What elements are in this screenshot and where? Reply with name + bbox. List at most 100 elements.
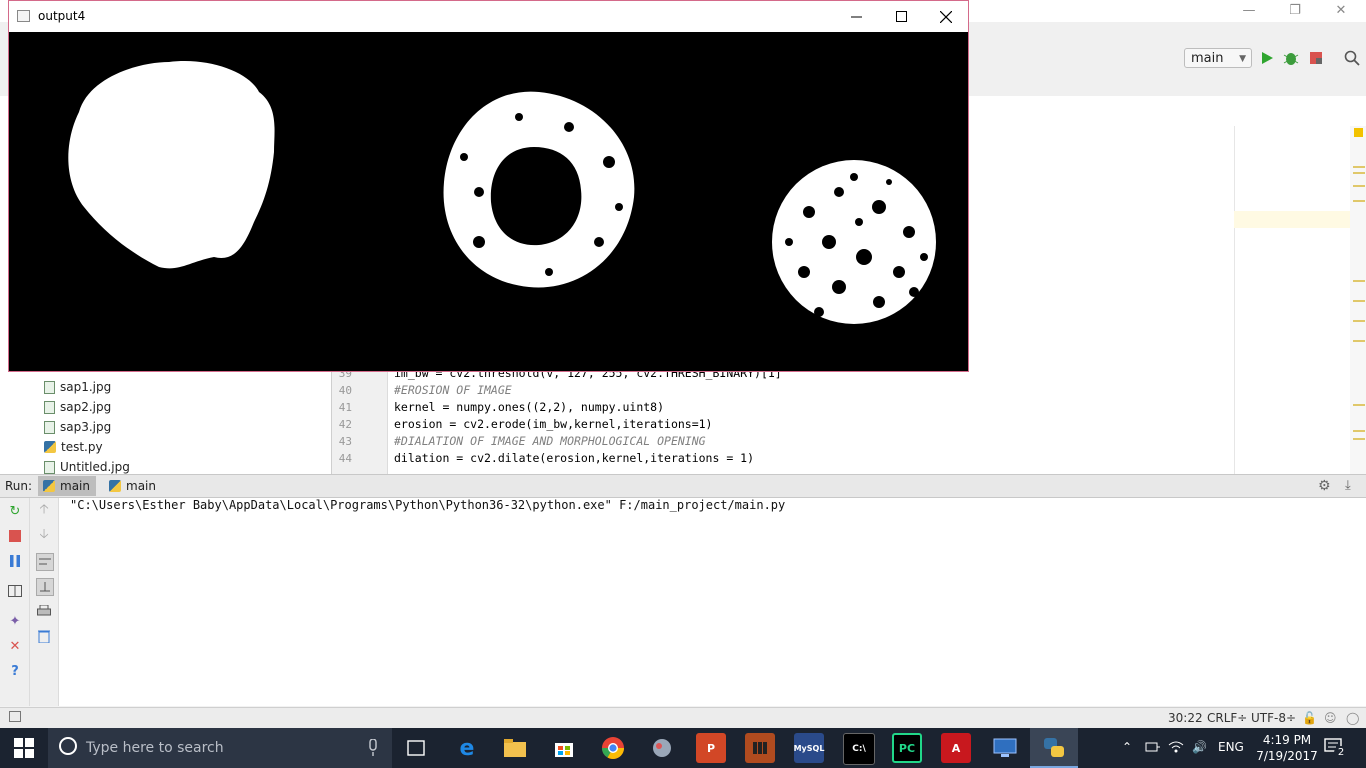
event-log-icon[interactable]: ◯	[1346, 711, 1359, 725]
restore-layout-icon[interactable]	[7, 583, 23, 599]
inspector-icon[interactable]: ☺	[1324, 711, 1337, 725]
scroll-mark	[1353, 300, 1365, 302]
code-comment: #DIALATION OF IMAGE AND MORPHOLOGICAL OP…	[394, 434, 706, 448]
image-file-icon	[44, 380, 55, 394]
tree-item[interactable]: test.py	[44, 438, 103, 456]
store-icon[interactable]	[549, 733, 579, 763]
close-run-icon[interactable]: ✕	[7, 638, 23, 654]
chrome-icon[interactable]	[598, 733, 628, 763]
scroll-mark	[1353, 185, 1365, 187]
close-icon[interactable]	[929, 1, 963, 32]
console-output[interactable]	[59, 498, 1366, 706]
app-tool-icon[interactable]	[647, 733, 677, 763]
search-placeholder: Type here to search	[86, 740, 224, 756]
ide-restore-button[interactable]: ❐	[1272, 0, 1318, 22]
image-file-icon	[44, 460, 55, 474]
python-icon	[109, 480, 121, 492]
line-number: 42	[338, 418, 352, 431]
app-books-icon[interactable]	[745, 733, 775, 763]
run-tab-main-2[interactable]: main	[104, 476, 162, 496]
run-icon[interactable]	[1257, 48, 1277, 68]
tree-item[interactable]: sap2.jpg	[44, 398, 111, 416]
run-label: Run:	[5, 479, 33, 493]
scroll-mark	[1353, 172, 1365, 174]
python-app-icon[interactable]	[1039, 733, 1069, 763]
line-number: 40	[338, 384, 352, 397]
tree-item-label: sap2.jpg	[60, 400, 112, 414]
wifi-icon[interactable]	[1168, 740, 1184, 757]
tree-item[interactable]: sap1.jpg	[44, 378, 111, 396]
output-window[interactable]: output4	[8, 0, 969, 372]
tool-windows-icon[interactable]	[9, 711, 21, 722]
code-line[interactable]: kernel = numpy.ones((2,2), numpy.uint8)	[394, 400, 664, 414]
segmented-speckle	[772, 160, 936, 324]
scroll-mark	[1353, 200, 1365, 202]
tree-item-label: sap1.jpg	[60, 380, 112, 394]
binary-image-canvas	[9, 32, 968, 371]
remote-desktop-icon[interactable]	[990, 733, 1020, 763]
code-line[interactable]: #EROSION OF IMAGE	[394, 383, 512, 397]
taskbar-search[interactable]: Type here to search	[48, 728, 392, 768]
chevron-down-icon: ▼	[1239, 54, 1246, 64]
warning-indicator-icon[interactable]	[1354, 128, 1363, 137]
cursor-position[interactable]: 30:22	[1168, 711, 1203, 725]
rerun-icon[interactable]: ↻	[7, 503, 23, 519]
tree-item-label: test.py	[61, 440, 103, 454]
clock[interactable]: 4:19 PM 7/19/2017	[1255, 732, 1319, 764]
mysql-icon[interactable]: MySQL	[794, 733, 824, 763]
acrobat-icon[interactable]: A	[941, 733, 971, 763]
lock-icon[interactable]: 🔓	[1302, 711, 1317, 725]
command-prompt-icon[interactable]: C:\	[843, 733, 875, 765]
run-tab-label: main	[60, 479, 90, 493]
edge-icon[interactable]: e	[452, 733, 482, 763]
volume-icon[interactable]: 🔊	[1192, 740, 1207, 754]
language-indicator[interactable]: ENG	[1218, 740, 1244, 754]
arrow-up-icon[interactable]: 🡡	[36, 502, 52, 519]
file-explorer-icon[interactable]	[500, 733, 530, 763]
print-icon[interactable]	[36, 603, 52, 619]
scroll-mark	[1353, 438, 1365, 440]
minimize-icon[interactable]	[839, 1, 873, 32]
stop-icon[interactable]	[1306, 48, 1326, 68]
windows-start-icon[interactable]	[14, 738, 34, 761]
image-file-icon	[44, 420, 55, 434]
run-config-select[interactable]: main ▼	[1184, 48, 1252, 68]
maximize-icon[interactable]	[884, 1, 918, 32]
trash-icon[interactable]	[36, 628, 52, 644]
debug-icon[interactable]	[1281, 48, 1301, 68]
pause-icon[interactable]	[7, 553, 23, 569]
scroll-mark	[1353, 404, 1365, 406]
run-config-label: main	[1191, 51, 1224, 66]
ide-minimize-button[interactable]: —	[1226, 0, 1272, 22]
pycharm-icon[interactable]: PC	[892, 733, 922, 763]
code-line[interactable]: dilation = cv2.dilate(erosion,kernel,ite…	[394, 451, 754, 465]
segmented-image	[68, 61, 936, 324]
code-line[interactable]: #DIALATION OF IMAGE AND MORPHOLOGICAL OP…	[394, 434, 706, 448]
gear-icon[interactable]: ⚙	[1318, 478, 1331, 494]
file-encoding[interactable]: UTF-8÷	[1251, 711, 1296, 725]
line-separator[interactable]: CRLF÷	[1207, 711, 1247, 725]
run-tab-label: main	[126, 479, 156, 493]
network-ethernet-icon[interactable]	[1145, 740, 1161, 757]
microphone-icon[interactable]	[368, 738, 378, 761]
pin-icon[interactable]: ✦	[7, 613, 23, 629]
code-line[interactable]: erosion = cv2.erode(im_bw,kernel,iterati…	[394, 417, 713, 431]
code-comment: #EROSION OF IMAGE	[394, 383, 512, 397]
run-tab-main[interactable]: main	[38, 476, 96, 496]
run-panel-header	[0, 474, 1366, 498]
stop-run-icon[interactable]	[7, 528, 23, 544]
task-view-icon[interactable]	[401, 733, 431, 763]
hide-panel-icon[interactable]: ⤓	[1345, 478, 1351, 493]
search-icon[interactable]	[1342, 48, 1362, 68]
ide-close-button[interactable]: ✕	[1318, 0, 1364, 22]
output-window-titlebar[interactable]: output4	[9, 1, 968, 32]
tree-item[interactable]: sap3.jpg	[44, 418, 111, 436]
arrow-down-icon[interactable]: 🡣	[36, 527, 52, 544]
tree-item-label: Untitled.jpg	[60, 460, 130, 474]
help-icon[interactable]: ?	[7, 663, 23, 679]
powerpoint-icon[interactable]: P	[696, 733, 726, 763]
window-app-icon	[17, 10, 30, 22]
tray-chevron-up-icon[interactable]: ⌃	[1122, 740, 1132, 754]
soft-wrap-icon[interactable]	[36, 553, 54, 571]
scroll-to-end-icon[interactable]	[36, 578, 54, 596]
